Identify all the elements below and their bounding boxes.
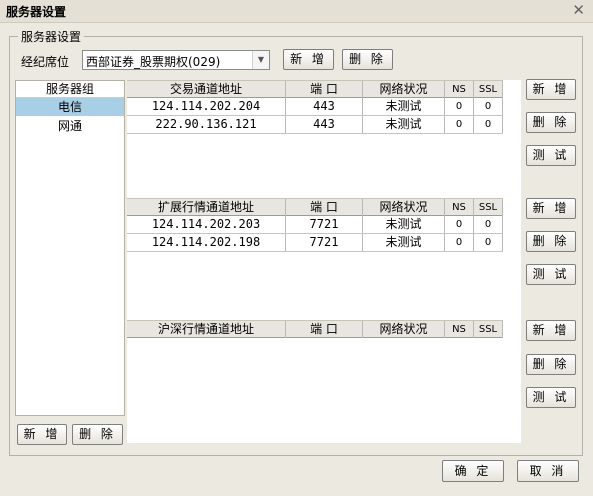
ok-button[interactable]: 确 定 [442, 460, 504, 482]
cell-port: 443 [286, 98, 363, 115]
col-address: 扩展行情通道地址 [127, 199, 286, 216]
col-port: 端 口 [286, 321, 363, 338]
table-row[interactable]: 124.114.202.198 7721 未测试 0 0 [127, 234, 503, 252]
channels-panel [127, 80, 521, 443]
col-network-status: 网络状况 [363, 81, 445, 98]
col-network-status: 网络状况 [363, 199, 445, 216]
hushen-delete-button[interactable]: 删 除 [526, 354, 576, 375]
server-group-header: 服务器组 [16, 81, 124, 98]
hushen-test-button[interactable]: 测 试 [526, 387, 576, 408]
col-ssl: SSL [474, 199, 503, 216]
server-group-delete-button[interactable]: 删 除 [72, 424, 123, 445]
table-row[interactable]: 222.90.136.121 443 未测试 0 0 [127, 116, 503, 134]
cell-ssl: 0 [474, 116, 503, 133]
col-network-status: 网络状况 [363, 321, 445, 338]
table-header: 沪深行情通道地址 端 口 网络状况 NS SSL [127, 320, 503, 338]
col-port: 端 口 [286, 199, 363, 216]
col-ns: NS [445, 321, 474, 338]
cell-port: 7721 [286, 216, 363, 233]
col-ns: NS [445, 199, 474, 216]
broker-delete-button[interactable]: 删 除 [342, 49, 393, 70]
cancel-button[interactable]: 取 消 [517, 460, 579, 482]
col-address: 交易通道地址 [127, 81, 286, 98]
extended-test-button[interactable]: 测 试 [526, 264, 576, 285]
table-row[interactable]: 124.114.202.203 7721 未测试 0 0 [127, 216, 503, 234]
cell-network-status: 未测试 [363, 98, 445, 115]
extended-add-button[interactable]: 新 增 [526, 198, 576, 219]
col-ns: NS [445, 81, 474, 98]
server-group-item-telecom[interactable]: 电信 [16, 98, 124, 116]
cell-network-status: 未测试 [363, 116, 445, 133]
col-address: 沪深行情通道地址 [127, 321, 286, 338]
cell-address: 222.90.136.121 [127, 116, 286, 133]
cell-ssl: 0 [474, 98, 503, 115]
server-group-item-netcom[interactable]: 网通 [16, 117, 124, 135]
cell-ssl: 0 [474, 216, 503, 233]
cell-address: 124.114.202.203 [127, 216, 286, 233]
col-ssl: SSL [474, 81, 503, 98]
title-bar: 服务器设置 ✕ [0, 0, 593, 23]
cell-ns: 0 [445, 234, 474, 251]
trade-test-button[interactable]: 测 试 [526, 145, 576, 166]
cell-address: 124.114.202.204 [127, 98, 286, 115]
close-icon[interactable]: ✕ [572, 1, 585, 19]
cell-port: 443 [286, 116, 363, 133]
cell-network-status: 未测试 [363, 216, 445, 233]
col-ssl: SSL [474, 321, 503, 338]
cell-ns: 0 [445, 98, 474, 115]
broker-select[interactable]: 西部证券_股票期权(029) ▼ [82, 50, 270, 70]
cell-port: 7721 [286, 234, 363, 251]
table-header: 扩展行情通道地址 端 口 网络状况 NS SSL [127, 198, 503, 216]
broker-select-value: 西部证券_股票期权(029) [86, 55, 221, 69]
window-title: 服务器设置 [6, 5, 67, 19]
cell-address: 124.114.202.198 [127, 234, 286, 251]
table-header: 交易通道地址 端 口 网络状况 NS SSL [127, 80, 503, 98]
hushen-add-button[interactable]: 新 增 [526, 320, 576, 341]
broker-label: 经纪席位 [21, 55, 70, 69]
broker-add-button[interactable]: 新 增 [283, 49, 334, 70]
trade-delete-button[interactable]: 删 除 [526, 112, 576, 133]
server-group-add-button[interactable]: 新 增 [17, 424, 67, 445]
col-port: 端 口 [286, 81, 363, 98]
server-group-list: 服务器组 电信 网通 [15, 80, 125, 416]
cell-ns: 0 [445, 216, 474, 233]
cell-ssl: 0 [474, 234, 503, 251]
cell-ns: 0 [445, 116, 474, 133]
chevron-down-icon[interactable]: ▼ [252, 51, 269, 69]
trade-add-button[interactable]: 新 增 [526, 79, 576, 100]
table-row[interactable]: 124.114.202.204 443 未测试 0 0 [127, 98, 503, 116]
extended-delete-button[interactable]: 删 除 [526, 231, 576, 252]
cell-network-status: 未测试 [363, 234, 445, 251]
groupbox-legend: 服务器设置 [18, 28, 85, 45]
